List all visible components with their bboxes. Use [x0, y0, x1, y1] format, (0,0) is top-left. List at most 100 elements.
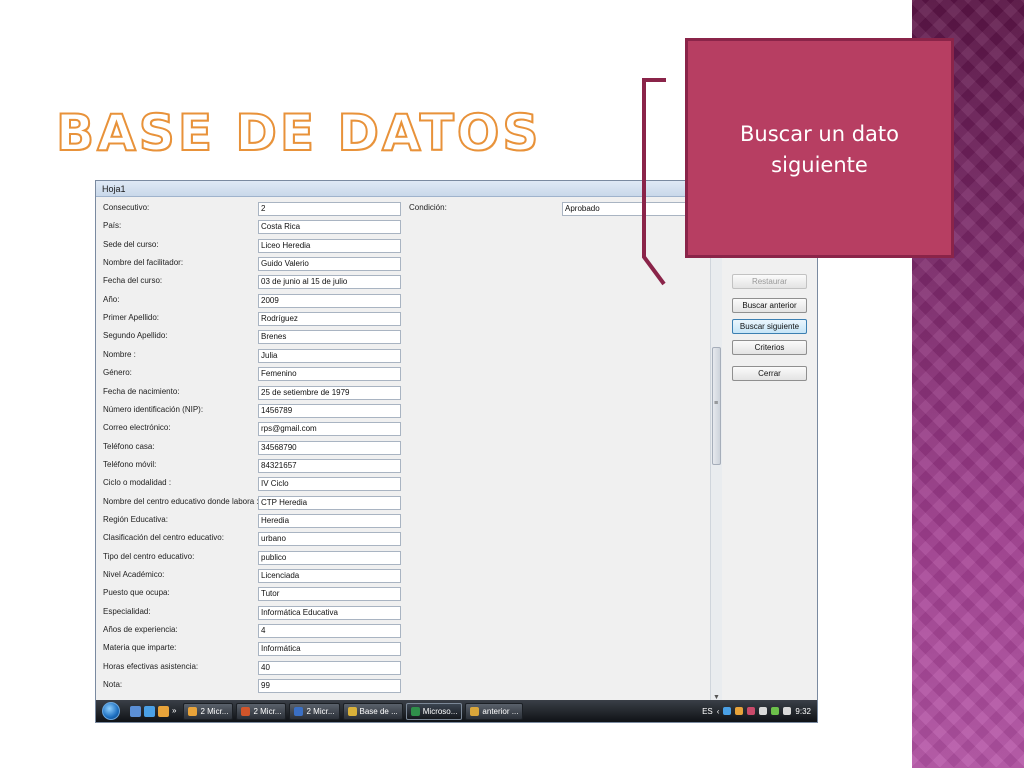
- form-body: Condición: Aprobado ≡ ▼ Restaurar Buscar…: [96, 197, 817, 703]
- internet-explorer-icon[interactable]: [144, 705, 155, 717]
- start-button[interactable]: [96, 700, 126, 722]
- taskbar-button-label: anterior ...: [482, 706, 519, 716]
- field-input[interactable]: Julia: [258, 348, 401, 363]
- field-label: Materia que imparte:: [103, 643, 177, 653]
- taskbar-button-label: 2 Micr...: [253, 706, 282, 716]
- field-label: País:: [103, 221, 122, 231]
- field-label: Fecha de nacimiento:: [103, 386, 180, 396]
- outlook-icon: [188, 706, 198, 716]
- tray-expand-icon[interactable]: ‹: [717, 707, 720, 716]
- tray-mail-icon[interactable]: [735, 707, 744, 715]
- field-label: Sede del curso:: [103, 239, 159, 249]
- field-input[interactable]: 03 de junio al 15 de julio: [258, 275, 401, 290]
- field-label: Región Educativa:: [103, 514, 168, 524]
- field-label: Teléfono casa:: [103, 441, 155, 451]
- word-icon: [294, 706, 304, 716]
- taskbar-button[interactable]: 2 Micr...: [183, 702, 234, 720]
- field-label: Segundo Apellido:: [103, 331, 168, 341]
- field-input[interactable]: 25 de setiembre de 1979: [258, 385, 401, 400]
- field-input[interactable]: Liceo Heredia: [258, 238, 401, 253]
- callout-bracket: [642, 78, 666, 286]
- tray-antivirus-icon[interactable]: [771, 707, 780, 715]
- field-input[interactable]: 2: [258, 202, 401, 216]
- field-input[interactable]: rps@gmail.com: [258, 422, 401, 437]
- field-label: Nombre del facilitador:: [103, 258, 184, 268]
- find-previous-button[interactable]: Buscar anterior: [732, 298, 807, 313]
- field-input[interactable]: Informática Educativa: [258, 605, 401, 620]
- field-input[interactable]: IV Ciclo: [258, 477, 401, 492]
- field-input[interactable]: 2009: [258, 293, 401, 308]
- field-label: Fecha del curso:: [103, 276, 163, 286]
- close-button[interactable]: Cerrar: [732, 366, 807, 381]
- field-input[interactable]: Licenciada: [258, 569, 401, 583]
- taskbar-button[interactable]: 2 Micr...: [289, 702, 340, 720]
- windows-taskbar: » 2 Micr... 2 Micr... 2 Micr... Base de ...…: [96, 700, 817, 722]
- field-input[interactable]: 84321657: [258, 458, 401, 473]
- clock[interactable]: 9:32: [795, 707, 811, 716]
- language-indicator[interactable]: ES: [702, 707, 713, 716]
- field-input[interactable]: Brenes: [258, 330, 401, 345]
- field-input[interactable]: 4: [258, 624, 401, 639]
- field-input[interactable]: 1456789: [258, 403, 401, 418]
- field-label: Horas efectivas asistencia:: [103, 661, 199, 671]
- field-input[interactable]: Guido Valerio: [258, 257, 401, 272]
- field-label: Especialidad:: [103, 606, 151, 616]
- tray-volume-icon[interactable]: [783, 707, 792, 715]
- restore-button[interactable]: Restaurar: [732, 274, 807, 289]
- field-label: Nombre :: [103, 349, 136, 359]
- callout-text: Buscar un dato siguiente: [740, 122, 899, 177]
- field-input[interactable]: Rodríguez: [258, 312, 401, 327]
- taskbar-button[interactable]: Microso...: [405, 702, 463, 720]
- field-input[interactable]: Costa Rica: [258, 220, 401, 235]
- field-input[interactable]: Femenino: [258, 367, 401, 382]
- field-input[interactable]: 40: [258, 660, 401, 675]
- tray-network-icon[interactable]: [723, 707, 732, 715]
- field-input[interactable]: urbano: [258, 532, 401, 547]
- field-input[interactable]: Tutor: [258, 587, 401, 602]
- tray-device-icon[interactable]: [759, 707, 768, 715]
- field-label: Tipo del centro educativo:: [103, 551, 195, 561]
- taskbar-button-label: 2 Micr...: [306, 706, 335, 716]
- taskbar-button[interactable]: Base de ...: [342, 702, 403, 720]
- taskbar-button[interactable]: anterior ...: [465, 702, 524, 720]
- paint-icon: [470, 706, 480, 716]
- field-label: Clasificación del centro educativo:: [103, 533, 224, 543]
- taskbar-button-label: 2 Micr...: [200, 706, 229, 716]
- field-label: Puesto que ocupa:: [103, 588, 170, 598]
- criteria-button[interactable]: Criterios: [732, 340, 807, 355]
- slide-title: BASE DE DATOS: [55, 103, 542, 163]
- find-next-button[interactable]: Buscar siguiente: [732, 319, 807, 334]
- field-label: Año:: [103, 294, 120, 304]
- field-label: Consecutivo:: [103, 203, 150, 212]
- field-label: Nivel Académico:: [103, 570, 165, 579]
- scrollbar-thumb[interactable]: ≡: [712, 347, 721, 465]
- field-input[interactable]: 34568790: [258, 440, 401, 455]
- excel-icon: [410, 706, 420, 716]
- field-input[interactable]: CTP Heredia: [258, 495, 401, 510]
- field-label: Años de experiencia:: [103, 625, 178, 635]
- field-label: Ciclo o modalidad :: [103, 478, 172, 488]
- field-label: Número identificación (NIP):: [103, 404, 204, 414]
- field-input[interactable]: 99: [258, 679, 401, 694]
- taskbar-button-label: Base de ...: [359, 706, 398, 716]
- field-input[interactable]: Heredia: [258, 513, 401, 528]
- desktop-icon[interactable]: [130, 705, 141, 717]
- field-label: Género:: [103, 368, 132, 378]
- field-label: Nota:: [103, 680, 123, 690]
- field-label: Primer Apellido:: [103, 313, 160, 323]
- taskbar-button-label: Microso...: [422, 706, 458, 716]
- callout-box: Buscar un dato siguiente: [685, 38, 954, 258]
- form-scrollbar[interactable]: ≡ ▼: [710, 197, 722, 703]
- field-input[interactable]: publico: [258, 550, 401, 565]
- powerpoint-icon: [241, 706, 251, 716]
- field-input[interactable]: Informática: [258, 642, 401, 657]
- windows-logo-icon: [102, 702, 120, 720]
- taskbar-items: 2 Micr... 2 Micr... 2 Micr... Base de ... Mi…: [180, 702, 524, 720]
- taskbar-button[interactable]: 2 Micr...: [236, 702, 287, 720]
- field-label: Correo electrónico:: [103, 423, 171, 433]
- tray-security-icon[interactable]: [747, 707, 756, 715]
- condition-field[interactable]: Aprobado: [562, 202, 690, 216]
- outlook-icon[interactable]: [158, 705, 169, 717]
- overflow-chevron-icon[interactable]: »: [172, 706, 176, 717]
- system-tray: ES ‹ 9:32: [702, 707, 817, 716]
